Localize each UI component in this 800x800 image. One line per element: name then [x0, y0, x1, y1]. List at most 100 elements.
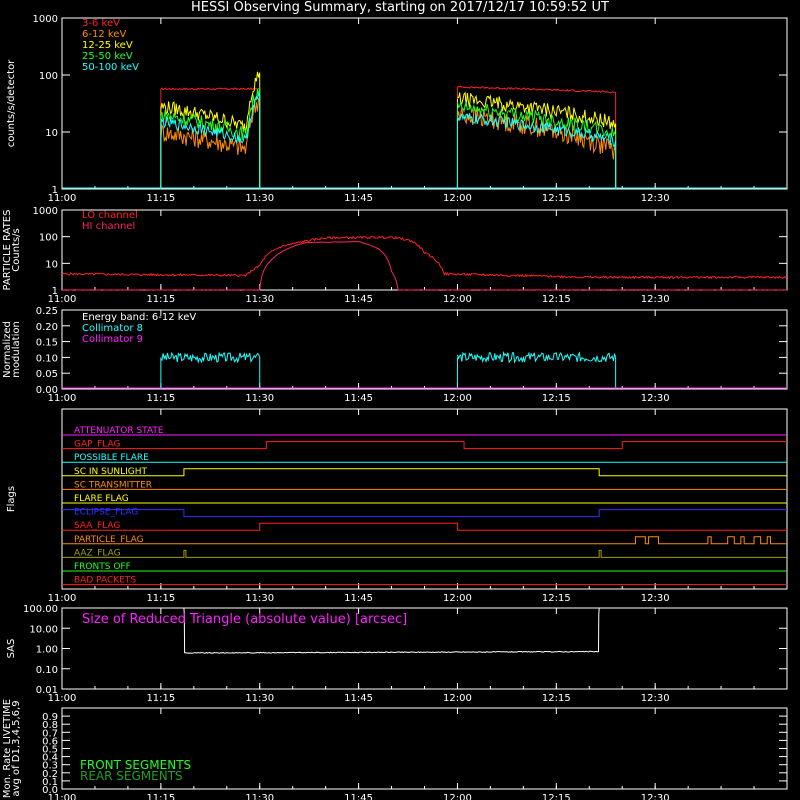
x-tick-label: 11:15 [146, 793, 175, 800]
y-tick-label: 10 [45, 128, 58, 139]
flag-line [62, 536, 787, 545]
y-tick-label: 1 [52, 286, 58, 297]
rate-line-3-6 keV [457, 85, 616, 94]
particle-line-LO channel [61, 235, 788, 280]
y-axis-label: Counts/s [11, 228, 22, 272]
x-tick-label: 11:15 [146, 393, 175, 404]
y-tick-label: 0.10 [36, 353, 58, 364]
rate-line-3-6 keV [160, 87, 260, 91]
x-tick-label: 12:30 [641, 793, 670, 800]
y-tick-label: 0.9 [42, 712, 58, 723]
x-tick-label: 12:30 [641, 393, 670, 404]
x-tick-label: 11:15 [146, 593, 175, 604]
x-tick-label: 11:15 [146, 693, 175, 704]
x-tick-label: 12:00 [443, 294, 472, 305]
x-tick-label: 12:15 [542, 693, 571, 704]
legend-entry: REAR SEGMENTS [80, 769, 183, 783]
flag-line [62, 509, 787, 518]
y-tick-label: 1 [52, 185, 58, 196]
y-tick-label: 1.00 [36, 645, 58, 656]
x-tick-label: 12:15 [542, 193, 571, 204]
x-tick-label: 11:30 [245, 593, 274, 604]
legend-entry: Collimator 9 [82, 334, 143, 345]
x-tick-label: 11:30 [245, 294, 274, 305]
modulation-line-Collimator 8 [160, 351, 261, 364]
x-tick-label: 12:15 [542, 793, 571, 800]
y-axis-label: avg of D1,3,4,5,6,9 [11, 700, 22, 796]
particle-line-HI channel [61, 240, 787, 291]
y-tick-label: 1000 [33, 206, 58, 217]
x-tick-label: 11:45 [344, 593, 373, 604]
flag-label: AAZ_FLAG [74, 548, 121, 558]
y-tick-label: 10.00 [29, 624, 58, 635]
x-tick-label: 12:30 [641, 593, 670, 604]
panel-frame-0 [61, 17, 788, 190]
legend-entry: Collimator 8 [82, 323, 143, 334]
y-tick-label: 0.25 [36, 306, 58, 317]
x-tick-label: 12:00 [443, 793, 472, 800]
modulation-line-Collimator 8 [457, 350, 617, 364]
y-axis-label: Flags [6, 486, 17, 512]
y-tick-label: 10 [45, 259, 58, 270]
y-axis-label: SAS [6, 639, 17, 659]
flag-line [62, 522, 787, 531]
y-tick-label: 100.00 [23, 604, 58, 615]
y-tick-label: 0.00 [36, 385, 58, 396]
observing-summary-chart: 11:00 11:15 11:30 11:45 12:00 12:15 12:3011010… [2, 14, 788, 800]
y-tick-label: 0.05 [36, 369, 58, 380]
legend-entry: HI channel [82, 221, 135, 232]
legend-entry: LO channel [82, 210, 138, 221]
flag-label: FLARE FLAG [74, 494, 129, 504]
x-tick-label: 11:30 [245, 193, 274, 204]
x-tick-label: 12:00 [443, 393, 472, 404]
x-tick-label: 12:30 [641, 294, 670, 305]
y-tick-label: 1000 [33, 14, 58, 25]
flag-label: SC IN SUNLIGHT [74, 467, 148, 477]
y-axis-label: modulation [11, 321, 22, 378]
x-tick-label: 11:15 [146, 294, 175, 305]
y-tick-label: 0.20 [36, 322, 58, 333]
flag-label: ECLIPSE_FLAG [74, 508, 138, 518]
y-tick-label: 0.01 [36, 685, 58, 696]
x-tick-label: 11:00 [48, 593, 77, 604]
x-tick-label: 11:30 [245, 393, 274, 404]
flag-label: POSSIBLE FLARE [74, 453, 149, 463]
y-tick-label: 0.15 [36, 338, 58, 349]
panel-frame-3 [61, 408, 788, 590]
flag-label: GAP_FLAG [74, 440, 120, 450]
x-tick-label: 12:15 [542, 393, 571, 404]
x-tick-label: 12:30 [641, 693, 670, 704]
y-tick-label: 0.10 [36, 665, 58, 676]
flag-line [62, 441, 787, 450]
y-tick-label: 100 [39, 71, 58, 82]
legend-entry: 50-100 keV [82, 62, 139, 73]
x-tick-label: 12:00 [443, 693, 472, 704]
flag-label: ATTENUATOR STATE [74, 426, 164, 436]
legend-entry: 25-50 keV [82, 51, 133, 62]
y-axis-label: counts/s/detector [6, 59, 17, 147]
flag-label: BAD PACKETS [74, 576, 136, 586]
legend-header: Energy band: 6-12 keV [82, 312, 196, 323]
x-tick-label: 12:30 [641, 193, 670, 204]
x-tick-label: 12:00 [443, 193, 472, 204]
x-tick-label: 11:45 [344, 793, 373, 800]
x-tick-label: 12:00 [443, 593, 472, 604]
legend-entry: 6-12 keV [82, 29, 126, 40]
flag-label: SAA_FLAG [74, 521, 120, 531]
x-tick-label: 11:30 [245, 693, 274, 704]
flag-line [62, 549, 787, 558]
flag-line [62, 468, 787, 477]
y-tick-label: 100 [39, 233, 58, 244]
x-tick-label: 11:45 [344, 294, 373, 305]
x-tick-label: 11:30 [245, 793, 274, 800]
flag-label: SC TRANSMITTER [74, 480, 152, 490]
x-tick-label: 11:15 [146, 193, 175, 204]
x-tick-label: 11:45 [344, 693, 373, 704]
x-tick-label: 11:45 [344, 393, 373, 404]
sas-annotation: Size of Reduced Triangle (absolute value… [82, 612, 407, 627]
flag-label: FRONTS OFF [74, 562, 131, 572]
legend-entry: 12-25 keV [82, 40, 133, 51]
x-tick-label: 12:15 [542, 593, 571, 604]
flag-label: PARTICLE_FLAG [74, 535, 144, 545]
x-tick-label: 11:45 [344, 193, 373, 204]
